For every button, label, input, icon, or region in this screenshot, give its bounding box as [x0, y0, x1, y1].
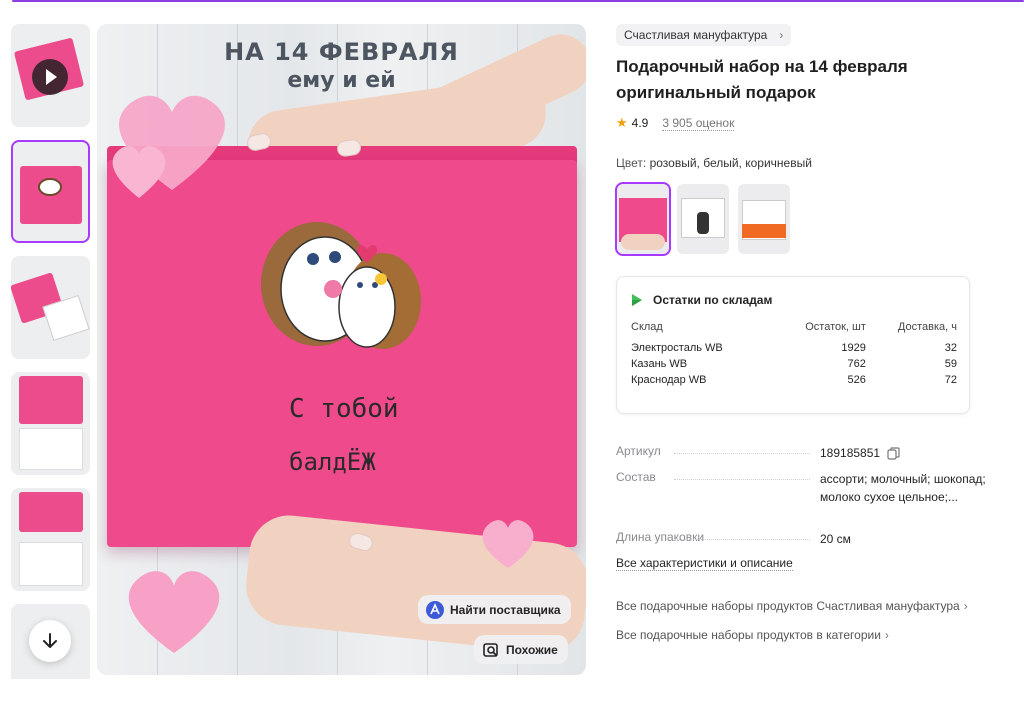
table-row: Электросталь WB 1929 32: [631, 342, 957, 358]
find-supplier-button[interactable]: Найти поставщика: [418, 595, 571, 624]
stock-header-row: Склад Остаток, шт Доставка, ч: [631, 321, 957, 342]
category-all-sets-link[interactable]: Все подарочные наборы продуктов в катего…: [616, 628, 889, 642]
thumbnail-cover[interactable]: [11, 140, 90, 243]
box-text-line1: С тобой: [289, 394, 399, 424]
brand-all-sets-link[interactable]: Все подарочные наборы продуктов Счастлив…: [616, 599, 968, 613]
thumbnail-video[interactable]: [11, 24, 90, 127]
thumb-box-image: [19, 376, 83, 424]
spec-value: 189185851: [820, 444, 1010, 462]
spec-label: Состав: [616, 470, 656, 484]
col-qty: Остаток, шт: [805, 321, 866, 333]
thumb-cards-image: [19, 428, 83, 470]
brand-chip[interactable]: Счастливая мануфактура ›: [616, 24, 792, 46]
variant-hand: [621, 234, 665, 250]
qty-cell: 1929: [841, 342, 866, 354]
product-title: Подарочный набор на 14 февраля оригиналь…: [616, 57, 908, 102]
chevron-right-icon: ›: [779, 28, 784, 42]
thumbnail-strip[interactable]: [11, 24, 90, 679]
warehouse-cell: Электросталь WB: [631, 342, 723, 354]
heart-balloon-icon: [482, 520, 534, 568]
similar-button[interactable]: Похожие: [474, 635, 568, 664]
play-icon[interactable]: [32, 59, 68, 95]
delivery-cell: 32: [944, 342, 957, 354]
spec-dots: [674, 539, 810, 540]
box-text-line2: балдЁЖ: [289, 448, 376, 476]
spec-label: Длина упаковки: [616, 530, 705, 544]
chevron-right-icon: ›: [963, 599, 968, 613]
spec-dots: [674, 479, 810, 480]
link-label: Все подарочные наборы продуктов Счастлив…: [616, 599, 960, 613]
stock-logo-icon: [632, 294, 642, 306]
thumbnail-open-box[interactable]: [11, 256, 90, 359]
copy-icon[interactable]: [887, 447, 901, 460]
similar-label: Похожие: [506, 642, 558, 657]
variant-kus-tebya[interactable]: [738, 184, 790, 254]
variant-white[interactable]: [677, 184, 729, 254]
col-warehouse: Склад: [631, 321, 663, 333]
rating-value: 4.9: [631, 116, 649, 130]
similar-search-icon: [482, 641, 500, 659]
thumbnail-box-cards[interactable]: [11, 488, 90, 591]
all-characteristics-link[interactable]: Все характеристики и описание: [616, 556, 793, 571]
scroll-down-button[interactable]: [29, 620, 71, 662]
arrow-down-icon: [43, 633, 57, 648]
thumb-cards-image: [19, 542, 83, 586]
ratings-count-link[interactable]: 3 905 оценок: [662, 116, 735, 131]
color-value: розовый, белый, коричневый: [649, 156, 812, 170]
table-row: Краснодар WB 526 72: [631, 374, 957, 390]
color-line: Цвет: розовый, белый, коричневый: [616, 156, 812, 170]
qty-cell: 762: [847, 358, 866, 370]
hedgehog-illustration: [261, 222, 421, 349]
link-label: Все подарочные наборы продуктов в катего…: [616, 628, 881, 642]
brand-name: Счастливая мануфактура: [624, 28, 768, 42]
article-number: 189185851: [820, 446, 881, 460]
thumbnail-box-inside[interactable]: [11, 372, 90, 475]
heart-balloon-icon: [128, 571, 220, 653]
top-accent-line: [12, 0, 1024, 2]
variant-pink[interactable]: [615, 182, 671, 256]
warehouse-cell: Краснодар WB: [631, 374, 707, 386]
table-row: Казань WB 762 59: [631, 358, 957, 374]
hedgehog-icon: [38, 178, 62, 196]
spec-value: ассорти; молочный; шокопад; молоко сухое…: [820, 472, 986, 504]
qty-cell: 526: [847, 374, 866, 386]
col-delivery: Доставка, ч: [897, 321, 957, 333]
supplier-logo-icon: [426, 600, 444, 619]
spec-article: Артикул 189185851: [616, 444, 1016, 464]
chevron-right-icon: ›: [884, 628, 889, 642]
thumb-box-image: [19, 492, 83, 532]
stock-header: Остатки по складам: [631, 293, 772, 307]
star-icon: ★: [616, 115, 628, 130]
variant-figure: [697, 212, 709, 234]
rating-row: ★ 4.9 3 905 оценок: [616, 115, 735, 131]
top-progress-bar: [0, 0, 1024, 3]
stock-panel: Остатки по складам Склад Остаток, шт Дос…: [616, 276, 970, 414]
stock-title: Остатки по складам: [653, 293, 773, 307]
spec-label: Артикул: [616, 444, 661, 458]
delivery-cell: 72: [944, 374, 957, 386]
stock-table: Склад Остаток, шт Доставка, ч Электроста…: [631, 321, 957, 390]
variant-stripe: [742, 224, 786, 238]
spec-length: Длина упаковки 20 см: [616, 530, 1016, 550]
color-label: Цвет:: [616, 156, 647, 170]
delivery-cell: 59: [944, 358, 957, 370]
spec-composition: Состав ассорти; молочный; шокопад; молок…: [616, 470, 1016, 510]
spec-value: 20 см: [820, 532, 851, 546]
warehouse-cell: Казань WB: [631, 358, 688, 370]
spec-dots: [674, 453, 810, 454]
main-product-image[interactable]: НА 14 ФЕВРАЛЯ ему и ей С тобой балдЁЖ На…: [97, 24, 586, 675]
find-supplier-label: Найти поставщика: [450, 602, 561, 617]
heart-balloon-icon: [112, 95, 225, 198]
